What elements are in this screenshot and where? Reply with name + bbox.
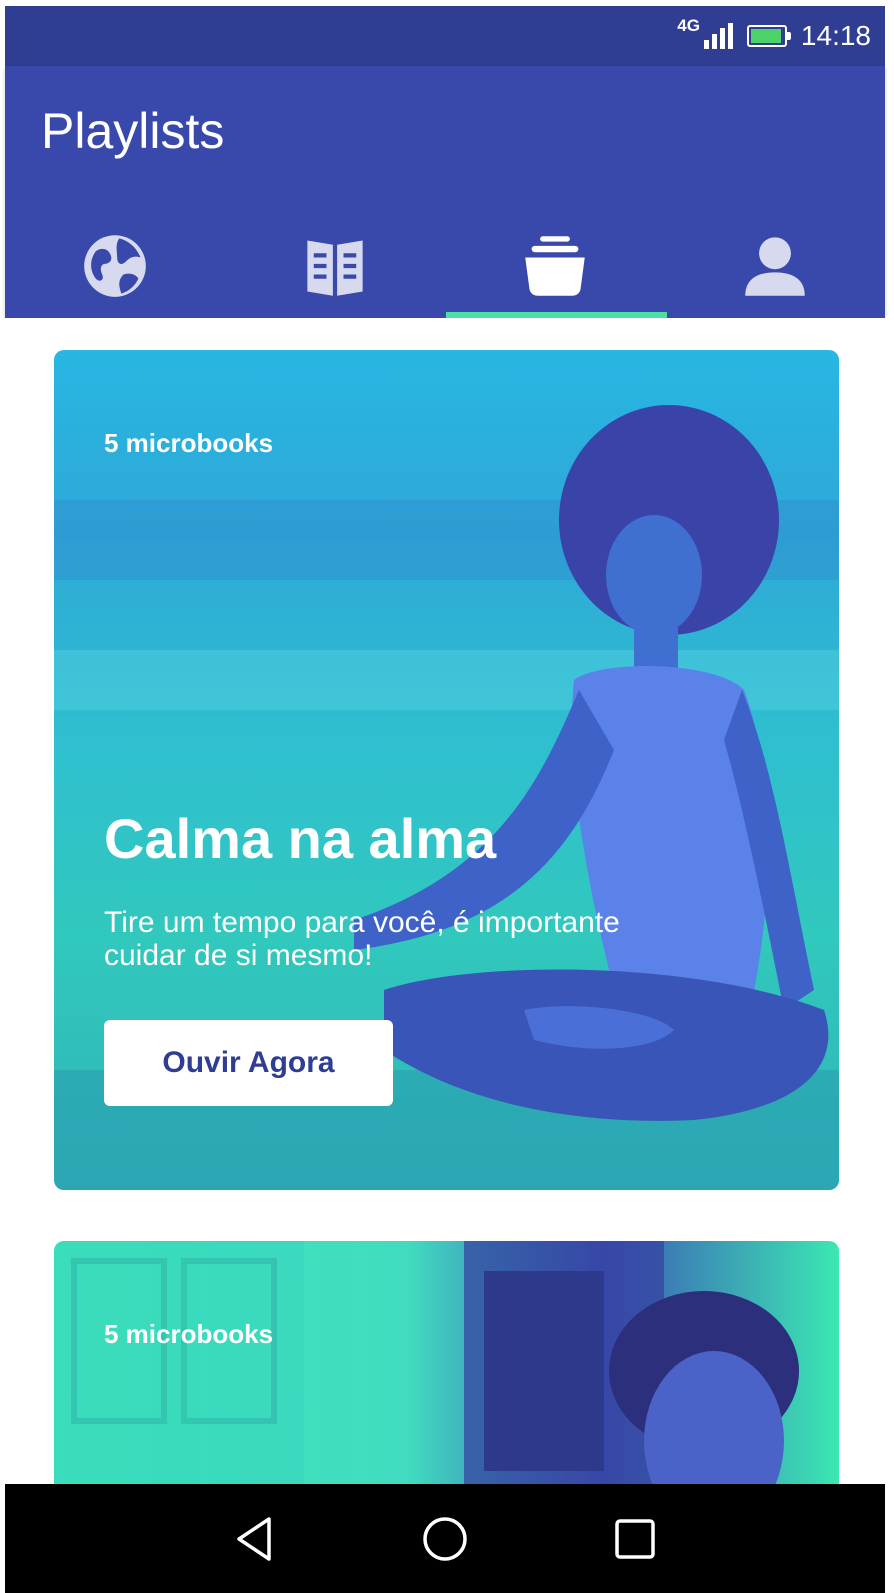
man-photo (54, 1241, 799, 1484)
globe-icon (84, 235, 146, 297)
open-book-icon (307, 240, 363, 296)
playlist-feed: 5 microbooks Calma na alma Tire um tempo… (0, 318, 894, 1484)
playlist-title: Calma na alma (104, 807, 497, 870)
battery-charging-icon (746, 25, 791, 47)
status-bar: 4G 14:18 (5, 6, 885, 66)
page-title: Playlists (41, 103, 225, 159)
playlist-count: 5 microbooks (104, 1319, 274, 1349)
screen: 4G 14:18 Playlists 5 microbooks Calma na… (0, 0, 894, 1593)
listen-now-button[interactable]: Ouvir Agora (104, 1020, 393, 1106)
user-icon (745, 237, 805, 296)
tab-profile[interactable] (665, 214, 885, 318)
playlist-count: 5 microbooks (104, 428, 274, 458)
playlist-card[interactable]: 5 microbooks (54, 1241, 839, 1484)
tab-explore[interactable] (5, 214, 225, 318)
home-button[interactable] (405, 1499, 485, 1579)
tab-playlists[interactable] (445, 214, 665, 318)
playlist-card[interactable]: 5 microbooks Calma na alma Tire um tempo… (54, 350, 839, 1190)
stack-icon (525, 236, 585, 296)
tab-bar (5, 214, 885, 318)
home-icon (423, 1516, 467, 1561)
playlist-description: Tire um tempo para você, é importante cu… (104, 906, 620, 972)
back-icon (237, 1516, 271, 1561)
system-nav-bar (5, 1484, 885, 1593)
back-button[interactable] (215, 1499, 295, 1579)
network-type: 4G (677, 16, 700, 35)
signal-icon (703, 23, 733, 49)
app-bar: Playlists (5, 66, 885, 318)
status-time: 14:18 (800, 20, 871, 51)
tab-library[interactable] (225, 214, 445, 318)
recents-icon (615, 1518, 655, 1559)
recents-button[interactable] (595, 1499, 675, 1579)
